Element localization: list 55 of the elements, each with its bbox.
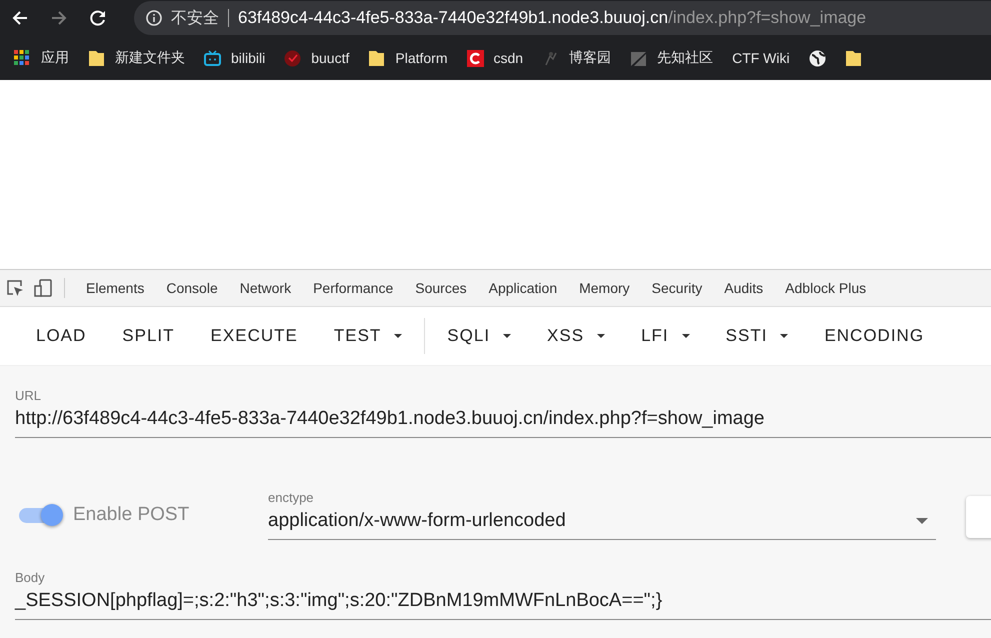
toolbar-button[interactable]: EXECUTE	[192, 320, 316, 352]
folder-icon	[368, 50, 386, 66]
menu-button[interactable]: TEST	[316, 320, 420, 352]
info-icon	[146, 10, 162, 26]
menu-button[interactable]: SSTI	[708, 320, 806, 352]
apps-icon	[14, 50, 31, 66]
devtools-tab[interactable]: Application	[478, 280, 568, 296]
folder-icon[interactable]	[844, 50, 862, 66]
devtools-tab[interactable]: Audits	[713, 280, 774, 296]
url-text: 63f489c4-44c3-4fe5-833a-7440e32f49b1.node3.buuoj.cn/index.php?f=show_image	[238, 8, 866, 28]
devtools-tab[interactable]: Security	[640, 280, 714, 296]
devtools-tab[interactable]: Elements	[75, 280, 156, 296]
bookmark-item[interactable]: Platform	[368, 50, 448, 66]
toolbar-button[interactable]: LOAD	[18, 320, 104, 352]
bookmark-item[interactable]: 博客园	[542, 49, 612, 67]
reload-icon[interactable]	[89, 9, 107, 27]
folder-icon	[88, 50, 105, 66]
toolbar-button[interactable]: ENCODING	[806, 320, 942, 352]
security-label: 不安全	[171, 8, 219, 28]
devtools-tab[interactable]: Memory	[568, 280, 641, 296]
devtools-tab[interactable]: Adblock Plus	[774, 280, 878, 296]
caret-icon	[503, 334, 512, 338]
devtools-tab[interactable]: Console	[155, 280, 229, 296]
devtools-tab[interactable]: Sources	[404, 280, 478, 296]
caret-icon	[682, 334, 690, 338]
caret-icon	[394, 334, 402, 338]
devtools-tab[interactable]: Performance	[302, 280, 404, 296]
menu-button[interactable]: XSS	[529, 320, 624, 352]
menu-button[interactable]: SQLI	[429, 320, 530, 352]
enctype-dropdown[interactable]: enctype application/x-www-form-urlencoded	[268, 490, 936, 540]
inspect-icon[interactable]	[6, 279, 24, 297]
bookmark-item[interactable]: bilibili	[204, 50, 266, 66]
bookmark-item[interactable]: buuctf	[284, 50, 350, 66]
devtools-tab[interactable]: Network	[228, 280, 302, 296]
toolbar-button[interactable]: SPLIT	[104, 320, 193, 352]
globe-icon[interactable]	[808, 50, 826, 66]
bookmark-item[interactable]: CTF Wiki	[732, 50, 790, 66]
back-icon[interactable]	[11, 9, 29, 27]
forward-icon[interactable]	[50, 9, 68, 27]
body-field[interactable]: Body _SESSION[phpflag]=;s:2:"h3";s:3:"img";s:20:"ZDBnM19mMWFnLnBocA==";}	[15, 570, 991, 620]
menu-button[interactable]: LFI	[623, 320, 708, 352]
csdn-icon	[466, 50, 484, 66]
device-icon[interactable]	[34, 279, 52, 297]
bookmark-item[interactable]: csdn	[466, 50, 524, 66]
bookmark-item[interactable]: 先知社区	[630, 49, 714, 67]
dropdown-icon	[916, 518, 928, 524]
caret-icon	[780, 334, 788, 338]
address-bar[interactable]: 不安全 63f489c4-44c3-4fe5-833a-7440e32f49b1.node3.buuoj.cn/index.php?f=show_image	[134, 1, 991, 35]
tv-icon	[204, 50, 221, 66]
url-field[interactable]: URL http://63f489c4-44c3-4fe5-833a-7440e32f49b1.node3.buuoj.cn/index.php?f=show_image	[15, 366, 991, 438]
bookmark-item[interactable]: 应用	[14, 49, 69, 67]
slash-icon	[630, 50, 648, 66]
caret-icon	[597, 334, 606, 338]
emblem-icon	[284, 50, 302, 66]
bookmark-item[interactable]: 新建文件夹	[88, 49, 185, 67]
